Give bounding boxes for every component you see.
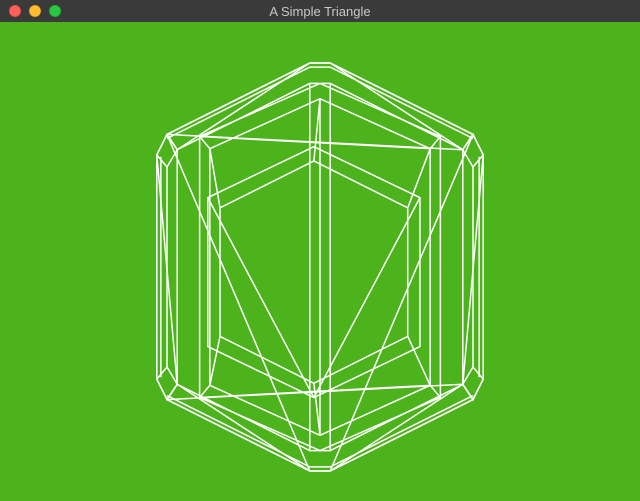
app-window: A Simple Triangle <box>0 0 640 501</box>
traffic-lights <box>0 5 61 17</box>
wireframe-cube-icon <box>0 22 640 501</box>
close-button[interactable] <box>9 5 21 17</box>
zoom-button[interactable] <box>49 5 61 17</box>
titlebar[interactable]: A Simple Triangle <box>0 0 640 22</box>
minimize-button[interactable] <box>29 5 41 17</box>
window-title: A Simple Triangle <box>0 4 640 19</box>
opengl-canvas <box>0 22 640 501</box>
